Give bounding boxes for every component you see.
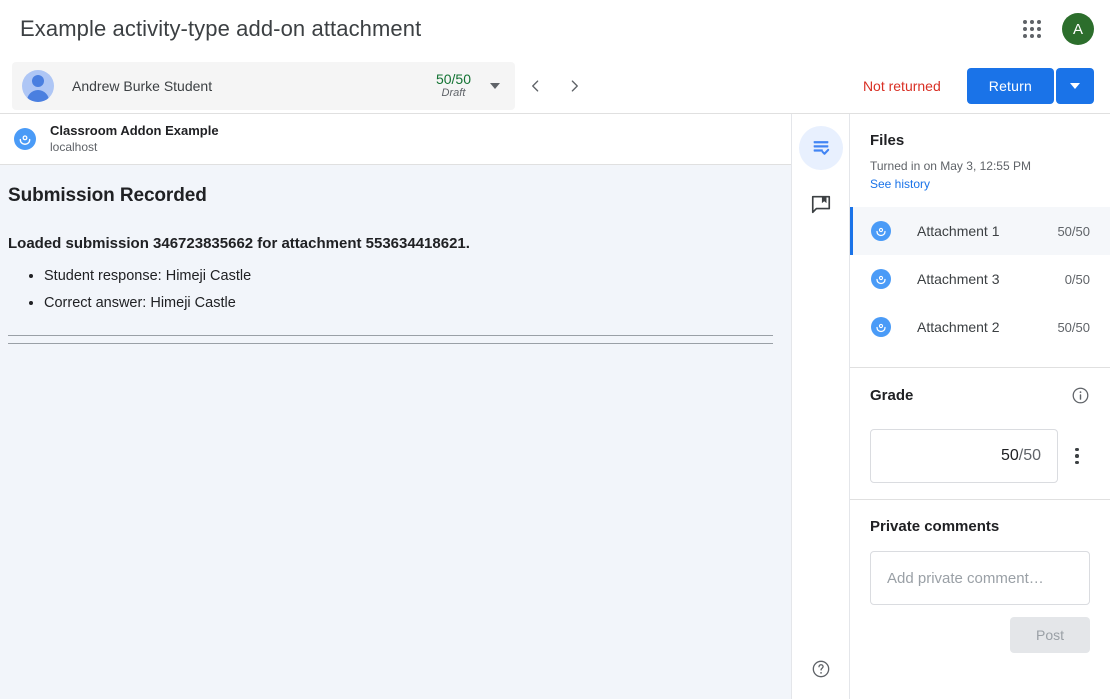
grid-dot — [1030, 27, 1034, 31]
assignment-icon — [810, 137, 832, 159]
grid-dot — [1037, 20, 1041, 24]
post-comment-button[interactable]: Post — [1010, 617, 1090, 653]
addon-attribution-header: Classroom Addon Example localhost — [0, 114, 791, 165]
list-item: Student response: Himeji Castle — [44, 266, 773, 288]
file-score: 0/50 — [1065, 272, 1090, 287]
grid-dot — [1030, 34, 1034, 38]
grade-denominator: /50 — [1019, 447, 1041, 465]
student-grade-summary: 50/50 Draft — [436, 71, 471, 100]
addon-favicon-icon — [14, 128, 36, 150]
submission-heading: Submission Recorded — [8, 185, 773, 207]
table-row[interactable]: Attachment 3 0/50 — [850, 255, 1110, 303]
private-comments-section: Private comments Add private comment… Po… — [850, 500, 1110, 653]
grading-toolbar: Andrew Burke Student 50/50 Draft Not ret… — [0, 58, 1110, 114]
grading-page: Example activity-type add-on attachment … — [0, 0, 1110, 699]
top-app-bar: Example activity-type add-on attachment … — [0, 0, 1110, 58]
post-row: Post — [870, 617, 1090, 653]
grade-value: 50 — [1001, 447, 1019, 465]
table-row[interactable]: Attachment 1 50/50 — [850, 207, 1110, 255]
student-grade-state: Draft — [436, 87, 471, 100]
previous-student-button[interactable] — [515, 66, 555, 106]
return-status-text: Not returned — [863, 78, 941, 94]
list-item: Correct answer: Himeji Castle — [44, 293, 773, 315]
rail-item-assignment[interactable] — [799, 126, 843, 170]
file-score: 50/50 — [1057, 320, 1090, 335]
addon-glyph — [18, 132, 32, 146]
grade-title: Grade — [870, 387, 1071, 404]
file-list: Attachment 1 50/50 Attachment 3 0/ — [850, 207, 1110, 351]
divider — [8, 343, 773, 344]
kebab-dot — [1075, 461, 1079, 465]
turned-in-text: Turned in on May 3, 12:55 PM — [850, 159, 1110, 173]
student-score: 50/50 — [436, 71, 471, 87]
kebab-dot — [1075, 454, 1079, 458]
files-section: Files Turned in on May 3, 12:55 PM See h… — [850, 114, 1110, 368]
file-name: Attachment 1 — [917, 223, 1057, 239]
table-row[interactable]: Attachment 2 50/50 — [850, 303, 1110, 351]
rail-item-help[interactable] — [799, 647, 843, 691]
addon-favicon-icon — [871, 317, 891, 337]
help-icon — [811, 659, 831, 679]
student-name: Andrew Burke Student — [72, 78, 436, 94]
kebab-dot — [1075, 448, 1079, 452]
student-avatar-icon — [22, 70, 54, 102]
see-history-link[interactable]: See history — [850, 177, 950, 191]
addon-host: localhost — [50, 140, 219, 155]
next-student-button[interactable] — [555, 66, 595, 106]
grading-sidebar: Files Turned in on May 3, 12:55 PM See h… — [850, 114, 1110, 699]
rail-item-comment-bank[interactable] — [799, 182, 843, 226]
more-vert-icon[interactable] — [1058, 437, 1096, 475]
grade-section: Grade 50/50 — [850, 368, 1110, 500]
chevron-down-icon[interactable] — [483, 74, 507, 98]
grade-input[interactable]: 50/50 — [870, 429, 1058, 483]
addon-glyph — [875, 225, 887, 237]
grade-header: Grade — [850, 386, 1110, 405]
submission-lead: Loaded submission 346723835662 for attac… — [8, 235, 773, 252]
grid-dot — [1023, 20, 1027, 24]
divider — [8, 335, 773, 336]
private-comment-placeholder: Add private comment… — [887, 570, 1044, 587]
submission-detail-list: Student response: Himeji Castle Correct … — [8, 266, 773, 315]
addon-favicon-icon — [871, 269, 891, 289]
grid-dot — [1037, 27, 1041, 31]
grid-dot — [1030, 20, 1034, 24]
chevron-left-icon — [526, 77, 544, 95]
addon-iframe-pane: Classroom Addon Example localhost Submis… — [0, 114, 792, 699]
private-comment-input[interactable]: Add private comment… — [870, 551, 1090, 605]
addon-glyph — [875, 273, 887, 285]
grid-dot — [1023, 27, 1027, 31]
side-icon-rail — [792, 114, 850, 699]
chevron-right-icon — [566, 77, 584, 95]
student-selector[interactable]: Andrew Burke Student 50/50 Draft — [12, 62, 515, 110]
file-score: 50/50 — [1057, 224, 1090, 239]
return-options-button[interactable] — [1056, 68, 1094, 104]
avatar[interactable]: A — [1062, 13, 1094, 45]
file-name: Attachment 3 — [917, 271, 1065, 287]
addon-glyph — [875, 321, 887, 333]
return-button[interactable]: Return — [967, 68, 1054, 104]
caret-shape — [490, 83, 500, 89]
addon-name: Classroom Addon Example — [50, 123, 219, 139]
apps-grid-icon[interactable] — [1014, 11, 1050, 47]
addon-content: Submission Recorded Loaded submission 34… — [0, 165, 791, 699]
addon-favicon-icon — [871, 221, 891, 241]
file-name: Attachment 2 — [917, 319, 1057, 335]
addon-header-text: Classroom Addon Example localhost — [50, 123, 219, 154]
private-comments-title: Private comments — [870, 518, 1090, 535]
files-title: Files — [850, 132, 1110, 149]
grade-input-row: 50/50 — [850, 429, 1110, 483]
chevron-down-icon — [1070, 83, 1080, 89]
info-icon[interactable] — [1071, 386, 1090, 405]
return-button-group: Return — [967, 68, 1094, 104]
grid-dot — [1037, 34, 1041, 38]
grid-dot — [1023, 34, 1027, 38]
comment-bank-icon — [810, 193, 832, 215]
page-title: Example activity-type add-on attachment — [20, 16, 421, 42]
main-body: Classroom Addon Example localhost Submis… — [0, 114, 1110, 699]
